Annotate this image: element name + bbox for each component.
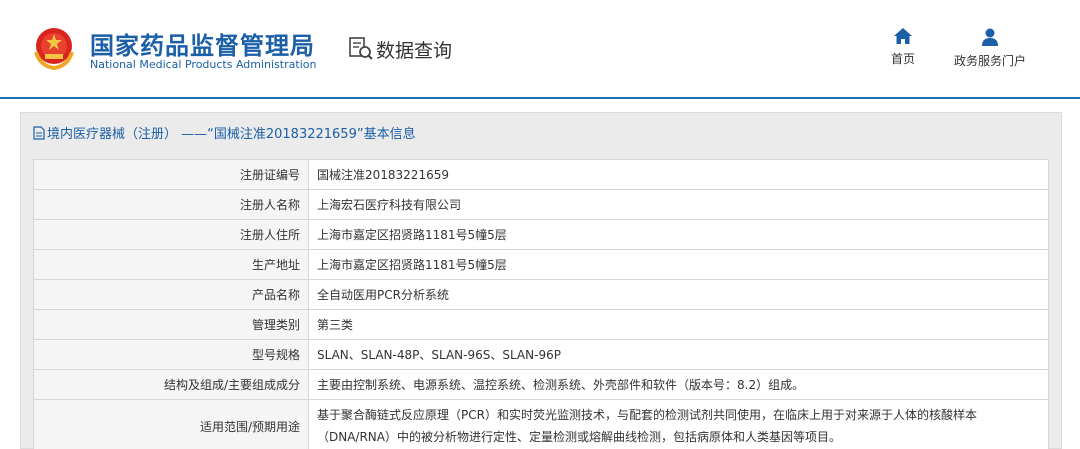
- table-row: 管理类别 第三类: [33, 309, 1049, 340]
- field-value: 上海市嘉定区招贤路1181号5幢5层: [308, 219, 1049, 250]
- detail-panel: 境内医疗器械（注册） ——“国械注准20183221659”基本信息 注册证编号…: [20, 112, 1062, 449]
- panel-title-text: 境内医疗器械（注册） ——“国械注准20183221659”基本信息: [47, 127, 416, 142]
- site-logo-chinese[interactable]: 国家药品监督管理局: [90, 26, 315, 61]
- field-value: 全自动医用PCR分析系统: [308, 279, 1049, 310]
- field-value: 上海市嘉定区招贤路1181号5幢5层: [308, 249, 1049, 280]
- table-row: 适用范围/预期用途 基于聚合酶链式反应原理（PCR）和实时荧光监测技术，与配套的…: [33, 399, 1049, 449]
- field-label: 注册人名称: [33, 189, 309, 220]
- field-label: 注册人住所: [33, 219, 309, 250]
- field-value: SLAN、SLAN-48P、SLAN-96S、SLAN-96P: [308, 339, 1049, 370]
- field-label: 适用范围/预期用途: [33, 399, 309, 449]
- national-emblem-icon: [34, 28, 74, 71]
- nav-service-portal[interactable]: 政务服务门户: [950, 28, 1030, 69]
- info-table: 注册证编号 国械注准20183221659 注册人名称 上海宏石医疗科技有限公司…: [33, 159, 1049, 449]
- field-label: 型号规格: [33, 339, 309, 370]
- field-value: 国械注准20183221659: [308, 159, 1049, 190]
- field-value: 主要由控制系统、电源系统、温控系统、检测系统、外壳部件和软件（版本号：8.2）组…: [308, 369, 1049, 400]
- field-value: 第三类: [308, 309, 1049, 340]
- document-icon: [33, 125, 45, 140]
- home-icon: [894, 28, 912, 44]
- table-row: 注册人名称 上海宏石医疗科技有限公司: [33, 189, 1049, 220]
- field-label: 管理类别: [33, 309, 309, 340]
- user-icon: [982, 28, 998, 46]
- data-search-title: 数据查询: [376, 40, 453, 62]
- field-value: 基于聚合酶链式反应原理（PCR）和实时荧光监测技术，与配套的检测试剂共同使用，在…: [308, 399, 1049, 449]
- site-logo-english[interactable]: National Medical Products Administration: [90, 58, 316, 71]
- field-label: 注册证编号: [33, 159, 309, 190]
- table-row: 结构及组成/主要组成成分 主要由控制系统、电源系统、温控系统、检测系统、外壳部件…: [33, 369, 1049, 400]
- table-row: 注册人住所 上海市嘉定区招贤路1181号5幢5层: [33, 219, 1049, 250]
- data-search-icon: [349, 37, 373, 60]
- table-row: 生产地址 上海市嘉定区招贤路1181号5幢5层: [33, 249, 1049, 280]
- site-header: 国家药品监督管理局 National Medical Products Admi…: [0, 0, 1080, 98]
- field-value: 上海宏石医疗科技有限公司: [308, 189, 1049, 220]
- field-label: 产品名称: [33, 279, 309, 310]
- header-divider: [0, 97, 1080, 99]
- nav-home-label: 首页: [890, 52, 915, 66]
- panel-title: 境内医疗器械（注册） ——“国械注准20183221659”基本信息: [33, 123, 416, 142]
- table-row: 产品名称 全自动医用PCR分析系统: [33, 279, 1049, 310]
- nav-home[interactable]: 首页: [886, 28, 920, 67]
- table-row: 型号规格 SLAN、SLAN-48P、SLAN-96S、SLAN-96P: [33, 339, 1049, 370]
- table-row: 注册证编号 国械注准20183221659: [33, 159, 1049, 190]
- nav-portal-label: 政务服务门户: [953, 54, 1026, 68]
- field-label: 生产地址: [33, 249, 309, 280]
- field-label: 结构及组成/主要组成成分: [33, 369, 309, 400]
